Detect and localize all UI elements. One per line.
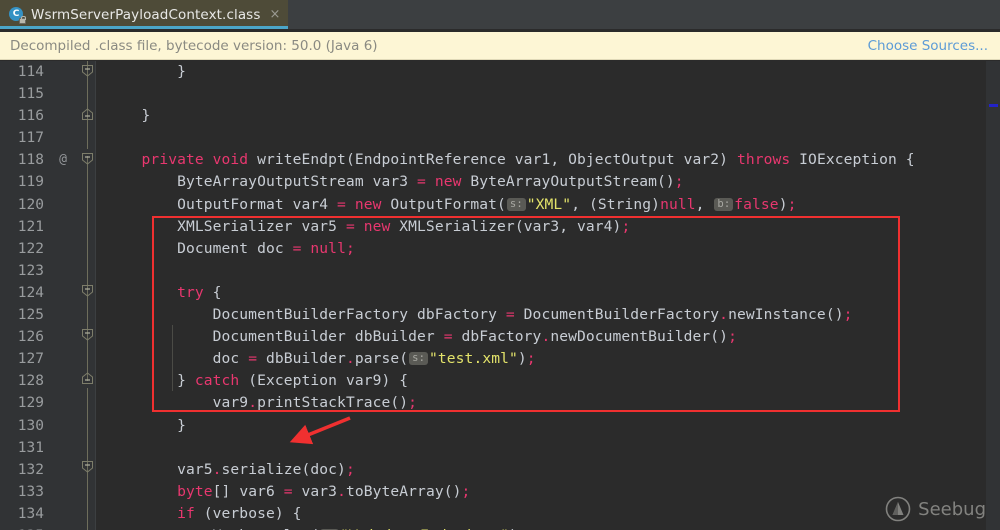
line-content: doc = dbBuilder.parse(s: "test.xml"); xyxy=(212,350,536,368)
line-number: 131 xyxy=(17,439,44,456)
line-number: 120 xyxy=(17,196,44,213)
line-number: 115 xyxy=(17,86,44,103)
code-line[interactable]: 133 byte[] var6 = var3.toByteArray(); xyxy=(0,481,1000,503)
code-line[interactable]: 131 xyxy=(0,437,1000,459)
code-line[interactable]: 128 } catch (Exception var9) { xyxy=(0,370,1000,392)
code-line[interactable]: 125 DocumentBuilderFactory dbFactory = D… xyxy=(0,304,1000,326)
line-content: ByteArrayOutputStream var3 = new ByteArr… xyxy=(177,173,684,191)
line-content: private void writeEndpt(EndpointReferenc… xyxy=(141,151,915,169)
choose-sources-link[interactable]: Choose Sources... xyxy=(868,38,988,54)
line-content: try { xyxy=(177,283,222,301)
line-number: 118 xyxy=(17,152,44,169)
code-line[interactable]: 123 xyxy=(0,260,1000,282)
line-number: 125 xyxy=(17,307,44,324)
code-line[interactable]: 117 xyxy=(0,127,1000,149)
line-number: 116 xyxy=(17,108,44,125)
close-icon[interactable]: × xyxy=(269,8,280,21)
line-number: 134 xyxy=(17,505,44,522)
line-content: } xyxy=(106,107,151,125)
editor-tab-bar: C WsrmServerPayloadContext.class × xyxy=(0,0,1000,29)
line-content: } xyxy=(177,416,186,434)
line-content: } catch (Exception var9) { xyxy=(177,372,409,390)
seebug-logo-icon xyxy=(885,496,911,522)
code-line[interactable]: 114 } xyxy=(0,61,1000,83)
annotation-gutter-icon[interactable]: @ xyxy=(54,149,72,171)
tab-wsrmserverpayloadcontext[interactable]: C WsrmServerPayloadContext.class × xyxy=(0,0,289,29)
code-line[interactable]: 120 OutputFormat var4 = new OutputFormat… xyxy=(0,194,1000,216)
line-content: if (verbose) { xyxy=(177,504,302,522)
line-content: OutputFormat var4 = new OutputFormat(s: "… xyxy=(177,195,797,213)
param-hint-badge: s: xyxy=(506,197,526,211)
line-number: 124 xyxy=(17,284,44,301)
decompiled-notification-bar: Decompiled .class file, bytecode version… xyxy=(0,32,1000,60)
code-line[interactable]: 134 if (verbose) { xyxy=(0,503,1000,525)
ide-window: C WsrmServerPayloadContext.class × Decom… xyxy=(0,0,1000,530)
line-content: DocumentBuilder dbBuilder = dbFactory.ne… xyxy=(212,328,737,346)
code-line[interactable]: 122 Document doc = null; xyxy=(0,238,1000,260)
line-content: byte[] var6 = var3.toByteArray(); xyxy=(177,482,471,500)
code-line[interactable]: 121 XMLSerializer var5 = new XMLSerializ… xyxy=(0,216,1000,238)
line-number: 133 xyxy=(17,483,44,500)
seebug-watermark-text: Seebug xyxy=(918,498,986,520)
tab-title: WsrmServerPayloadContext.class xyxy=(31,6,261,23)
line-number: 122 xyxy=(17,240,44,257)
code-line[interactable]: 119 ByteArrayOutputStream var3 = new Byt… xyxy=(0,171,1000,193)
code-line[interactable]: 129 var9.printStackTrace(); xyxy=(0,392,1000,414)
line-number: 130 xyxy=(17,417,44,434)
line-content: var9.printStackTrace(); xyxy=(212,394,418,412)
code-line[interactable]: 115 xyxy=(0,83,1000,105)
line-content: Document doc = null; xyxy=(177,239,355,257)
code-line[interactable]: 118 @ private void writeEndpt(EndpointRe… xyxy=(0,149,1000,171)
line-number: 128 xyxy=(17,373,44,390)
line-number: 127 xyxy=(17,351,44,368)
line-number: 123 xyxy=(17,262,44,279)
code-line[interactable]: 132 var5.serialize(doc); xyxy=(0,459,1000,481)
java-class-icon: C xyxy=(9,6,26,24)
editor-marker-stripe[interactable] xyxy=(986,61,1000,530)
line-number: 129 xyxy=(17,395,44,412)
code-editor[interactable]: 114 } 115 116 } 117 118 @ private void w… xyxy=(0,61,1000,530)
code-line[interactable]: 127 doc = dbBuilder.parse(s: "test.xml"); xyxy=(0,348,1000,370)
notification-message: Decompiled .class file, bytecode version… xyxy=(10,37,378,54)
seebug-watermark: Seebug xyxy=(885,496,986,522)
line-content: var5.serialize(doc); xyxy=(177,460,355,478)
code-line[interactable]: 126 DocumentBuilder dbBuilder = dbFactor… xyxy=(0,326,1000,348)
lock-icon xyxy=(19,15,26,24)
code-line[interactable]: 130 } xyxy=(0,415,1000,437)
line-number: 114 xyxy=(17,64,44,80)
param-hint-badge: b: xyxy=(714,197,734,211)
code-line[interactable]: 135 Verbose.log(o:"Writing Endpoint:"); xyxy=(0,525,1000,530)
line-number: 119 xyxy=(17,174,44,191)
line-number: 126 xyxy=(17,329,44,346)
line-number: 132 xyxy=(17,461,44,478)
line-number: 117 xyxy=(17,130,44,147)
code-line[interactable]: 116 } xyxy=(0,105,1000,127)
line-content: Verbose.log(o:"Writing Endpoint:"); xyxy=(106,525,527,530)
param-hint-badge: s: xyxy=(409,352,429,366)
code-lines: 114 } 115 116 } 117 118 @ private void w… xyxy=(0,61,1000,530)
line-content: XMLSerializer var5 = new XMLSerializer(v… xyxy=(177,217,631,235)
code-line[interactable]: 124 try { xyxy=(0,282,1000,304)
line-content: DocumentBuilderFactory dbFactory = Docum… xyxy=(212,306,853,324)
line-content: } xyxy=(106,63,186,80)
marker-dot[interactable] xyxy=(989,104,998,107)
line-number: 121 xyxy=(17,218,44,235)
line-number: 135 xyxy=(0,525,44,530)
